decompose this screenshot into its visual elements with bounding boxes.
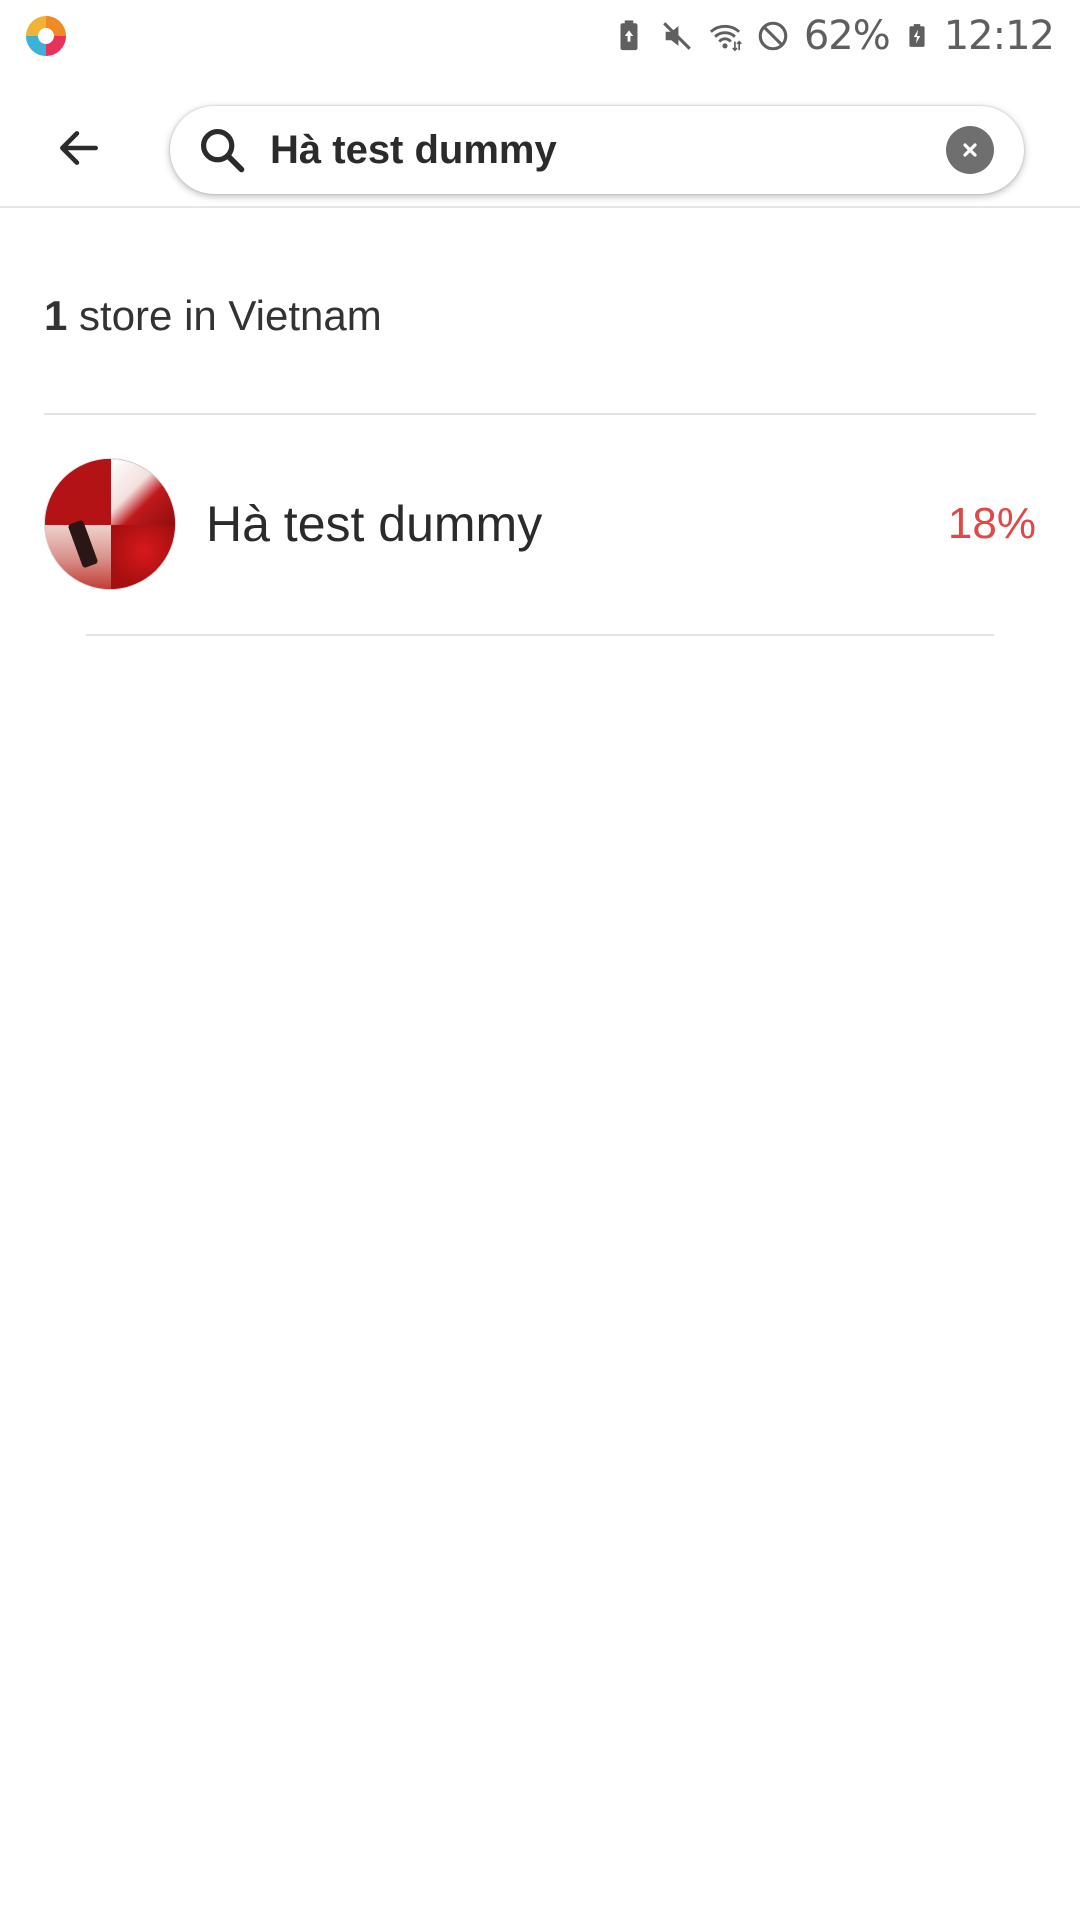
do-not-disturb-icon	[758, 21, 788, 51]
clear-icon	[963, 143, 977, 157]
search-box[interactable]	[170, 106, 1024, 194]
divider	[86, 634, 994, 636]
battery-icon	[909, 24, 925, 47]
store-name: Hà test dummy	[206, 496, 543, 552]
store-avatar	[44, 458, 176, 590]
results-count-number: 1	[44, 292, 68, 339]
store-list-item[interactable]: Hà test dummy 18%	[44, 458, 1036, 590]
search-input[interactable]	[270, 120, 946, 180]
app-logo-icon	[24, 14, 68, 58]
status-icons: 62% 12:12	[612, 13, 1055, 59]
store-discount: 18%	[947, 499, 1036, 548]
divider	[44, 413, 1036, 415]
back-arrow-icon	[60, 131, 98, 165]
battery-percent: 62%	[803, 13, 891, 59]
status-bar: 62% 12:12	[0, 0, 1080, 72]
battery-saver-icon	[620, 20, 638, 51]
back-button[interactable]	[44, 118, 114, 178]
results-count-label: store in Vietnam	[67, 292, 382, 339]
wifi-icon	[709, 24, 742, 52]
search-toolbar	[0, 92, 1080, 208]
clock: 12:12	[943, 13, 1055, 59]
clear-search-button[interactable]	[946, 126, 994, 174]
results-count: 1 store in Vietnam	[44, 292, 382, 340]
search-icon	[200, 128, 245, 173]
mute-icon	[662, 22, 691, 50]
